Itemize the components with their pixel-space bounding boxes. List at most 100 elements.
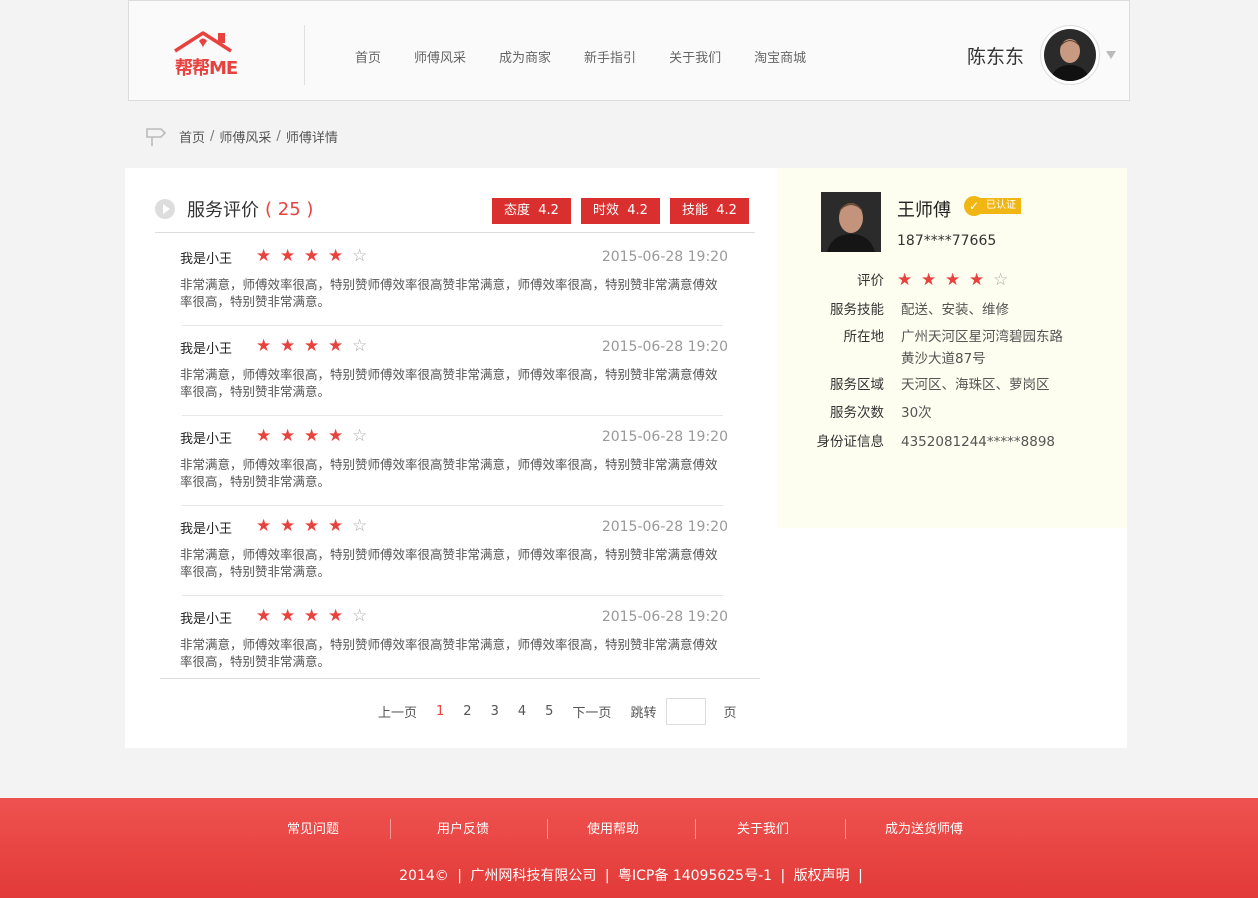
page-link[interactable]: 3	[491, 704, 499, 719]
copyright-year: 2014©	[399, 868, 449, 884]
avatar[interactable]	[1040, 25, 1101, 85]
star-filled-icon: ★	[304, 246, 320, 266]
breadcrumb-home[interactable]: 首页	[179, 127, 205, 146]
star-filled-icon: ★	[280, 246, 296, 266]
divider	[182, 595, 723, 596]
star-filled-icon: ★	[328, 516, 344, 536]
master-photo	[821, 192, 881, 252]
page-link[interactable]: 4	[518, 704, 526, 719]
next-page-link[interactable]: 下一页	[572, 702, 611, 721]
review-date: 2015-06-28 19:20	[601, 609, 728, 625]
info-value: 广州天河区星河湾碧园东路	[901, 329, 1063, 345]
star-filled-icon: ★	[280, 426, 296, 446]
info-key: 所在地	[843, 329, 885, 345]
breadcrumb-masters[interactable]: 师傅风采	[219, 127, 271, 146]
score-timeliness: 时效 4.2	[580, 198, 660, 224]
user-name: 陈东东	[967, 45, 1025, 68]
review-item: 我是小王 ★ ★ ★ ★ ☆ 2015-06-28 19:20 非常满意，师傅效率很高，…	[180, 600, 728, 690]
review-rating: ★ ★ ★ ★ ☆	[256, 606, 376, 626]
star-filled-icon: ★	[969, 270, 985, 290]
footer-link-about[interactable]: 关于我们	[737, 818, 789, 837]
site-footer: 常见问题 用户反馈 使用帮助 关于我们 成为送货师傅 2014© | 广州网科技…	[0, 798, 1258, 898]
info-key: 服务技能	[830, 302, 884, 318]
play-icon	[155, 199, 175, 219]
master-rating: ★ ★ ★ ★ ☆	[897, 270, 1017, 290]
star-filled-icon: ★	[897, 270, 913, 290]
page-unit-label: 页	[723, 706, 737, 721]
star-filled-icon: ★	[304, 336, 320, 356]
star-empty-icon: ☆	[352, 246, 368, 266]
star-filled-icon: ★	[945, 270, 961, 290]
star-filled-icon: ★	[304, 516, 320, 536]
page-link-current[interactable]: 1	[436, 704, 444, 719]
page-link[interactable]: 5	[545, 704, 553, 719]
nav-item-about[interactable]: 关于我们	[669, 47, 721, 66]
star-filled-icon: ★	[256, 246, 272, 266]
verified-icon: ✓	[964, 196, 984, 216]
footer-link-help[interactable]: 使用帮助	[587, 818, 639, 837]
nav-item-taobao[interactable]: 淘宝商城	[754, 47, 806, 66]
star-filled-icon: ★	[280, 516, 296, 536]
review-item: 我是小王 ★ ★ ★ ★ ☆ 2015-06-28 19:20 非常满意，师傅效率很高，…	[180, 420, 728, 510]
score-skill: 技能 4.2	[669, 198, 749, 224]
reviewer-name: 我是小王	[180, 342, 233, 357]
section-title-text: 服务评价	[187, 200, 259, 221]
nav-item-merchant[interactable]: 成为商家	[499, 47, 551, 66]
divider	[160, 678, 760, 679]
nav-item-guide[interactable]: 新手指引	[584, 47, 636, 66]
info-key: 服务区域	[830, 377, 884, 393]
footer-link-faq[interactable]: 常见问题	[287, 818, 339, 837]
master-phone: 187****77665	[897, 233, 997, 249]
star-filled-icon: ★	[256, 426, 272, 446]
review-item: 我是小王 ★ ★ ★ ★ ☆ 2015-06-28 19:20 非常满意，师傅效率很高，…	[180, 240, 728, 330]
copyright-link[interactable]: 版权声明	[794, 868, 850, 884]
footer-links: 常见问题 用户反馈 使用帮助 关于我们 成为送货师傅	[0, 818, 1258, 840]
nav-item-home[interactable]: 首页	[355, 47, 381, 66]
star-filled-icon: ★	[328, 606, 344, 626]
info-key: 身份证信息	[816, 434, 885, 450]
page-jump-input[interactable]	[666, 698, 707, 725]
review-rating: ★ ★ ★ ★ ☆	[256, 426, 376, 446]
info-value: 4352081244*****8898	[901, 434, 1055, 450]
nav-item-masters[interactable]: 师傅风采	[414, 47, 466, 66]
footer-divider	[547, 819, 548, 839]
review-item: 我是小王 ★ ★ ★ ★ ☆ 2015-06-28 19:20 非常满意，师傅效率很高，…	[180, 510, 728, 600]
footer-link-feedback[interactable]: 用户反馈	[437, 818, 489, 837]
star-filled-icon: ★	[304, 606, 320, 626]
page-link[interactable]: 2	[463, 704, 471, 719]
star-empty-icon: ☆	[352, 516, 368, 536]
info-value: 30次	[901, 405, 932, 421]
footer-link-join[interactable]: 成为送货师傅	[885, 818, 963, 837]
review-text: 非常满意，师傅效率很高，特别赞师傅效率很高赞非常满意，师傅效率很高，特别赞非常满…	[180, 277, 718, 309]
star-empty-icon: ☆	[352, 336, 368, 356]
footer-divider	[845, 819, 846, 839]
pagination: 上一页 1 2 3 4 5 下一页 跳转 页	[378, 698, 755, 725]
divider	[182, 415, 723, 416]
reviewer-name: 我是小王	[180, 432, 233, 447]
prev-page-link[interactable]: 上一页	[378, 702, 417, 721]
review-date: 2015-06-28 19:20	[601, 519, 728, 535]
star-filled-icon: ★	[304, 426, 320, 446]
divider	[155, 232, 755, 233]
site-logo[interactable]: 帮帮ME	[173, 29, 249, 79]
star-filled-icon: ★	[280, 606, 296, 626]
star-empty-icon: ☆	[993, 270, 1009, 290]
star-filled-icon: ★	[280, 336, 296, 356]
info-key: 评价	[857, 273, 884, 289]
info-value: 天河区、海珠区、萝岗区	[901, 377, 1050, 393]
divider	[182, 325, 723, 326]
company-name: 广州网科技有限公司	[470, 868, 597, 884]
icp-number[interactable]: 粤ICP备 14095625号-1	[618, 868, 772, 884]
review-date: 2015-06-28 19:20	[601, 429, 728, 445]
info-value-line2: 黄沙大道87号	[901, 351, 986, 367]
reviewer-name: 我是小王	[180, 252, 233, 267]
star-filled-icon: ★	[328, 336, 344, 356]
chevron-down-icon[interactable]	[1106, 51, 1117, 59]
breadcrumb: 首页 / 师傅风采 / 师傅详情	[144, 124, 338, 148]
signpost-icon	[146, 128, 167, 146]
user-menu[interactable]: 陈东东	[967, 25, 1117, 85]
main-nav: 首页 师傅风采 成为商家 新手指引 关于我们 淘宝商城	[355, 47, 839, 66]
star-filled-icon: ★	[921, 270, 937, 290]
star-filled-icon: ★	[328, 426, 344, 446]
verified-badge: ✓ 已认证	[964, 196, 1021, 216]
